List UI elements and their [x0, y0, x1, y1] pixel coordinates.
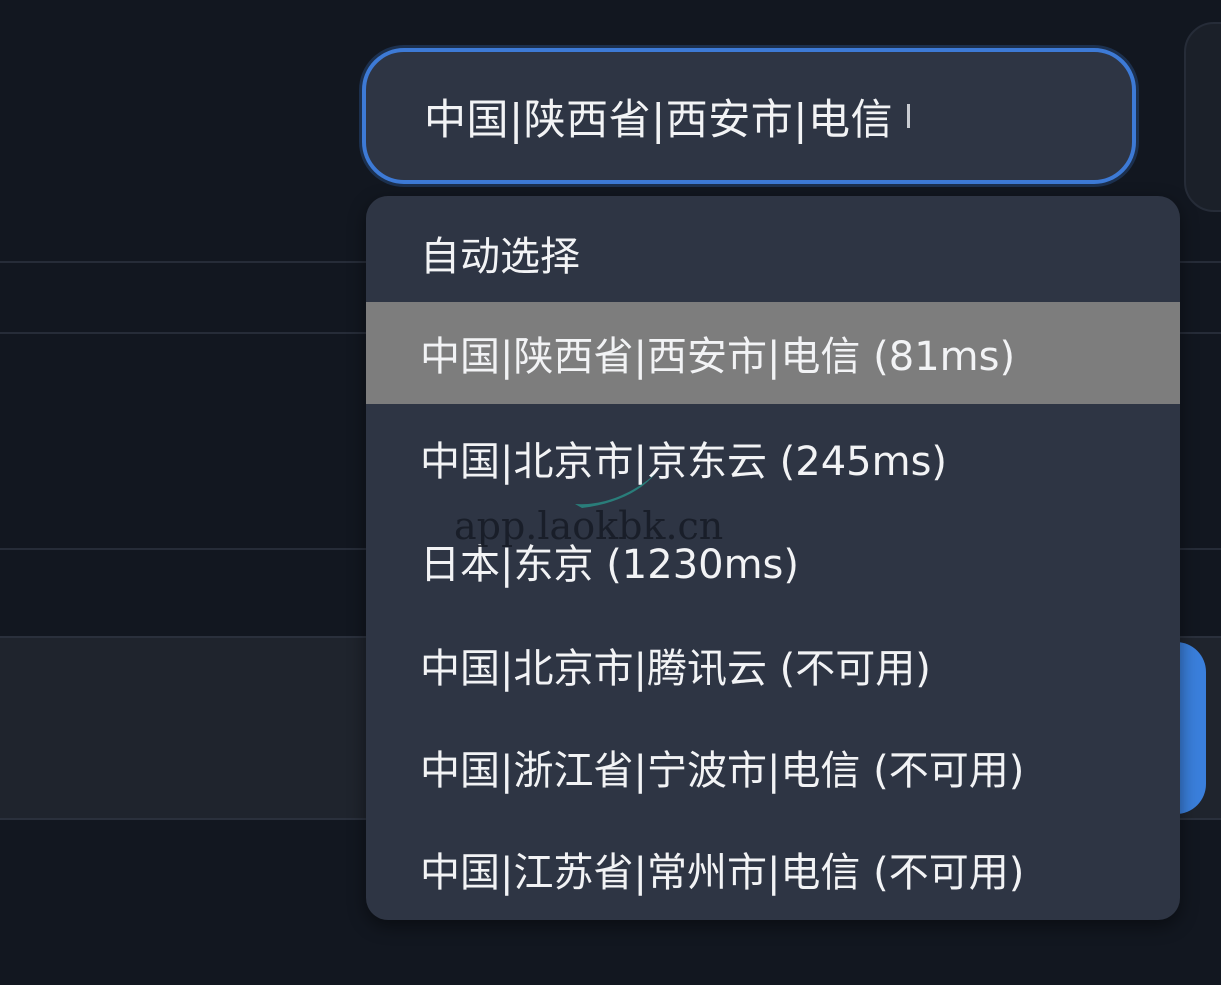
background-side-card	[1184, 22, 1221, 212]
dropdown-option[interactable]: 日本|东京 (1230ms)	[366, 510, 1180, 612]
dropdown-option-label: 中国|江苏省|常州市|电信 (不可用)	[420, 850, 1025, 896]
dropdown-option-label: 中国|陕西省|西安市|电信 (81ms)	[420, 334, 1016, 380]
dropdown-option-label: 中国|浙江省|宁波市|电信 (不可用)	[420, 748, 1025, 794]
page: 中国|陕西省|西安市|电信 自动选择 中国|陕西省|西安市|电信 (81ms) …	[0, 0, 1221, 985]
node-select-value: 中国|陕西省|西安市|电信	[424, 94, 893, 144]
dropdown-option[interactable]: 中国|江苏省|常州市|电信 (不可用)	[366, 818, 1180, 920]
node-select[interactable]: 中国|陕西省|西安市|电信	[362, 48, 1136, 184]
dropdown-option-label: 自动选择	[420, 234, 580, 280]
node-dropdown-list: 自动选择 中国|陕西省|西安市|电信 (81ms) 中国|北京市|京东云 (24…	[366, 196, 1180, 920]
dropdown-option[interactable]: 中国|北京市|腾讯云 (不可用)	[366, 614, 1180, 716]
dropdown-option-label: 中国|北京市|腾讯云 (不可用)	[420, 646, 931, 692]
dropdown-option-label: 日本|东京 (1230ms)	[420, 542, 800, 588]
dropdown-option-selected[interactable]: 中国|陕西省|西安市|电信 (81ms)	[366, 302, 1180, 404]
dropdown-option-auto[interactable]: 自动选择	[366, 202, 1180, 304]
dropdown-option[interactable]: 中国|北京市|京东云 (245ms)	[366, 407, 1180, 509]
dropdown-option-label: 中国|北京市|京东云 (245ms)	[420, 439, 948, 485]
dropdown-option[interactable]: 中国|浙江省|宁波市|电信 (不可用)	[366, 716, 1180, 818]
text-caret	[906, 104, 910, 128]
